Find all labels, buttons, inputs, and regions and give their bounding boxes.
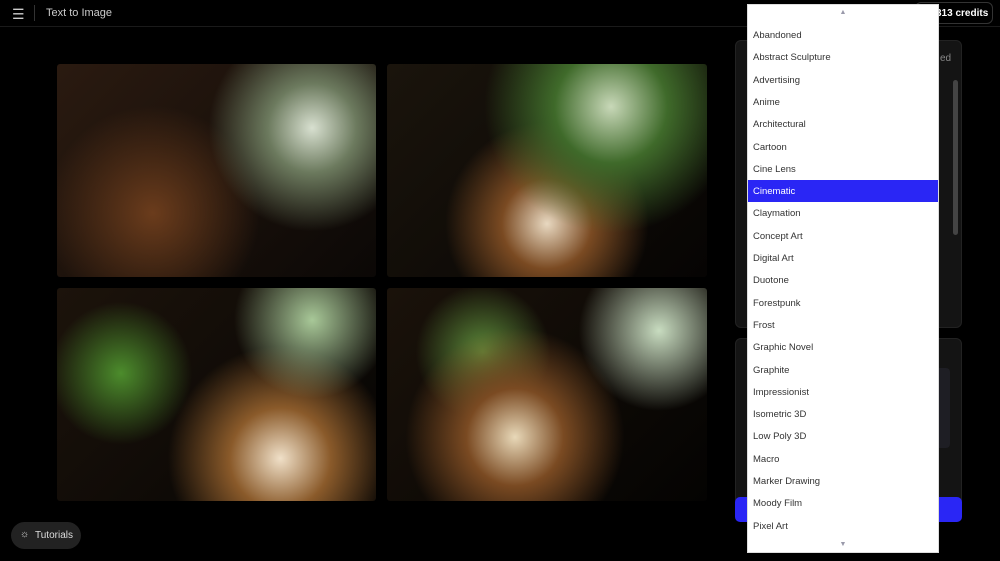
dropdown-option[interactable]: Abstract Sculpture bbox=[748, 46, 938, 68]
dropdown-option[interactable]: Forestpunk bbox=[748, 292, 938, 314]
scroll-down-icon[interactable]: ▼ bbox=[748, 541, 938, 548]
panel-scrollbar[interactable] bbox=[953, 80, 958, 235]
dropdown-option[interactable]: Isometric 3D bbox=[748, 403, 938, 425]
page-title: Text to Image bbox=[46, 7, 113, 19]
dropdown-option[interactable]: Claymation bbox=[748, 202, 938, 224]
hamburger-icon[interactable]: ☰ bbox=[12, 6, 25, 23]
tutorials-label: Tutorials bbox=[35, 530, 73, 541]
dropdown-option[interactable]: Frost bbox=[748, 314, 938, 336]
dropdown-option[interactable]: Duotone bbox=[748, 269, 938, 291]
dropdown-option[interactable]: Macro bbox=[748, 448, 938, 470]
dropdown-option[interactable]: Anime bbox=[748, 91, 938, 113]
tutorials-button[interactable]: ☼ Tutorials bbox=[11, 522, 81, 549]
dropdown-option[interactable]: Cartoon bbox=[748, 136, 938, 158]
dropdown-option[interactable]: Low Poly 3D bbox=[748, 425, 938, 447]
dropdown-option[interactable]: Graphite bbox=[748, 359, 938, 381]
panel-text: ed bbox=[940, 53, 952, 64]
dropdown-option[interactable]: Concept Art bbox=[748, 225, 938, 247]
generated-image-3[interactable] bbox=[57, 288, 376, 501]
dropdown-option[interactable]: Architectural bbox=[748, 113, 938, 135]
divider bbox=[34, 5, 35, 21]
dropdown-option[interactable]: Pixel Art bbox=[748, 515, 938, 537]
style-dropdown[interactable]: ▲ Abandoned Abstract Sculpture Advertising… bbox=[747, 4, 939, 553]
dropdown-option[interactable]: Advertising bbox=[748, 69, 938, 91]
scroll-up-icon[interactable]: ▲ bbox=[748, 9, 938, 16]
dropdown-option[interactable]: Impressionist bbox=[748, 381, 938, 403]
dropdown-option[interactable]: Cine Lens bbox=[748, 158, 938, 180]
dropdown-option[interactable]: Abandoned bbox=[748, 24, 938, 46]
lightbulb-icon: ☼ bbox=[20, 529, 30, 540]
dropdown-option[interactable]: Marker Drawing bbox=[748, 470, 938, 492]
dropdown-option[interactable]: Cinematic bbox=[748, 180, 938, 203]
generated-image-1[interactable] bbox=[57, 64, 376, 277]
dropdown-option[interactable]: Moody Film bbox=[748, 492, 938, 514]
dropdown-option[interactable]: Digital Art bbox=[748, 247, 938, 269]
generated-image-4[interactable] bbox=[387, 288, 707, 501]
generated-image-2[interactable] bbox=[387, 64, 707, 277]
dropdown-option[interactable]: Graphic Novel bbox=[748, 336, 938, 358]
